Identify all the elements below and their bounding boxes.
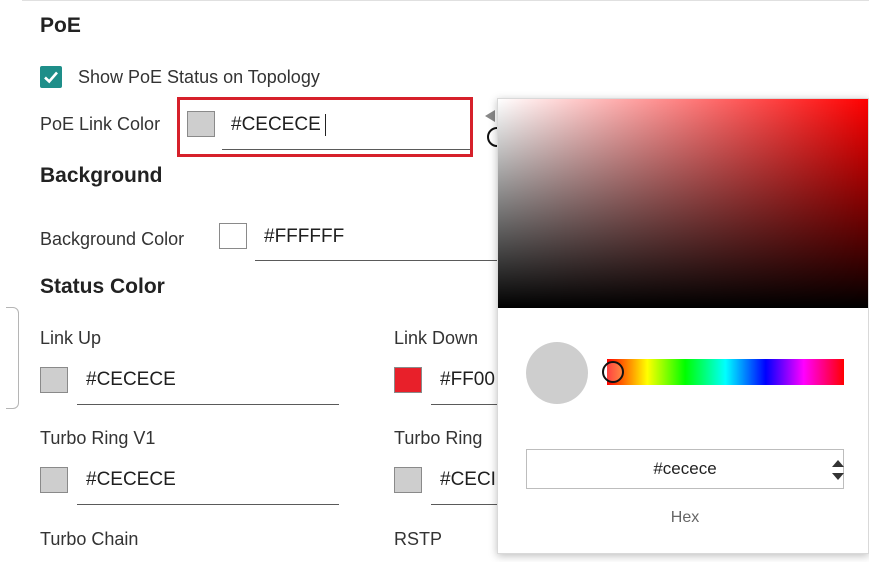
hue-slider[interactable] (607, 359, 844, 385)
background-heading: Background (40, 164, 163, 187)
turbo-ring-v1-label: Turbo Ring V1 (40, 428, 156, 448)
link-up-underline (77, 404, 339, 405)
poe-heading: PoE (40, 14, 81, 37)
link-down-underline (431, 404, 497, 405)
highlight-box (177, 97, 473, 157)
rstp-label: RSTP (394, 529, 443, 549)
hue-slider-thumb[interactable] (602, 361, 624, 383)
link-up-input[interactable]: #CECECE (86, 369, 176, 391)
link-down-label: Link Down (394, 328, 479, 348)
turbo-ring-label: Turbo Ring (394, 428, 483, 448)
link-down-swatch[interactable] (394, 367, 422, 393)
link-down-input[interactable]: #FF00 (440, 369, 497, 391)
side-panel-handle[interactable] (6, 307, 19, 409)
turbo-ring-v1-input[interactable]: #CECECE (86, 469, 176, 491)
turbo-chain-label: Turbo Chain (40, 529, 139, 549)
show-poe-status-label: Show PoE Status on Topology (78, 67, 320, 87)
format-label: Hex (670, 509, 700, 526)
link-up-label: Link Up (40, 328, 102, 348)
picker-pointer-icon (485, 110, 495, 122)
background-color-swatch[interactable] (219, 223, 247, 249)
color-preview (526, 342, 588, 404)
background-color-underline (255, 260, 497, 261)
top-divider (22, 0, 869, 1)
background-color-input[interactable]: #FFFFFF (264, 226, 344, 248)
turbo-ring-v1-underline (77, 504, 339, 505)
turbo-ring-input[interactable]: #CECI (440, 469, 497, 491)
link-up-swatch[interactable] (40, 367, 68, 393)
turbo-ring-swatch[interactable] (394, 467, 422, 493)
poe-link-color-label: PoE Link Color (40, 114, 161, 134)
checkmark-icon (44, 71, 58, 84)
status-color-heading: Status Color (40, 275, 165, 298)
hex-input-value: #cecece (653, 459, 717, 478)
color-picker-popup: #cecece Hex (497, 98, 869, 554)
format-toggle-icon[interactable] (828, 455, 848, 485)
hex-input[interactable]: #cecece (526, 449, 844, 489)
show-poe-status-checkbox[interactable] (40, 66, 62, 88)
saturation-value-area[interactable] (498, 99, 868, 308)
turbo-ring-underline (431, 504, 497, 505)
background-color-label: Background Color (40, 229, 185, 249)
turbo-ring-v1-swatch[interactable] (40, 467, 68, 493)
